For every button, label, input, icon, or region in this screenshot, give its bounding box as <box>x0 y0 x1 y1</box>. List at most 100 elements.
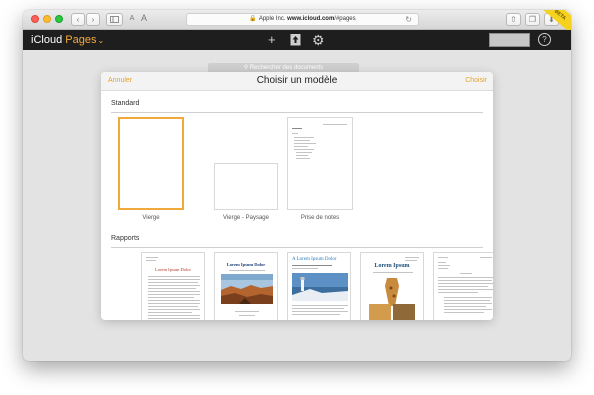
chevron-left-icon: ‹ <box>76 15 80 24</box>
text-line <box>294 143 316 144</box>
text-line <box>438 283 493 284</box>
text-line <box>438 286 488 287</box>
text-line <box>294 149 314 150</box>
zoom-window-button[interactable] <box>55 15 63 23</box>
text-line <box>460 273 472 274</box>
text-line <box>148 279 200 280</box>
text-line <box>444 300 490 301</box>
giraffe-photo <box>367 276 419 320</box>
template-heading: Lorem Ipsum Dolor <box>226 262 266 267</box>
chevron-down-icon: ⌄ <box>97 36 105 45</box>
text-line <box>438 289 493 290</box>
template-heading: A Lorem Ipsum Dolor <box>292 257 337 262</box>
text-line <box>323 124 347 125</box>
text-line <box>438 268 448 269</box>
text-line <box>292 268 318 269</box>
forward-button[interactable]: › <box>86 13 100 26</box>
plus-icon: + <box>268 32 276 47</box>
reload-icon[interactable]: ↻ <box>405 14 412 25</box>
choose-button[interactable]: Choisir <box>465 77 487 84</box>
tabs-icon: ❐ <box>528 15 537 24</box>
text-line <box>292 305 348 306</box>
template-label: Vierge - Paysage <box>223 215 269 221</box>
sidebar-button[interactable] <box>106 13 123 26</box>
text-line <box>235 311 259 312</box>
text-line <box>146 260 156 261</box>
upload-document-button[interactable] <box>290 33 301 50</box>
template-report-lighthouse[interactable]: A Lorem Ipsum Dolor <box>287 252 351 320</box>
dialog-header: Annuler Choisir un modèle Choisir <box>101 72 493 91</box>
section-title-reports: Rapports <box>111 235 140 242</box>
minimize-window-button[interactable] <box>43 15 51 23</box>
template-report-essay[interactable]: Lorem Ipsum Dolor <box>141 252 205 320</box>
section-divider <box>111 247 483 248</box>
close-window-button[interactable] <box>31 15 39 23</box>
text-smaller-button[interactable]: A <box>126 13 138 26</box>
section-divider <box>111 112 483 113</box>
url-path: /#pages <box>334 16 356 22</box>
certificate-owner: Apple Inc. <box>258 16 286 22</box>
text-line <box>444 312 484 313</box>
lock-icon: 🔒 <box>249 16 257 22</box>
url-domain: www.icloud.com <box>287 16 335 22</box>
app-toolbar: iCloud Pages⌄ + ⚙ ? <box>23 30 571 50</box>
search-icon: ⚲ <box>243 65 249 71</box>
text-line <box>438 292 478 293</box>
share-button[interactable]: ⇧ <box>506 13 521 26</box>
back-button[interactable]: ‹ <box>71 13 85 26</box>
text-line <box>438 277 493 278</box>
chevron-right-icon: › <box>91 15 95 24</box>
app-name: Pages <box>65 34 97 46</box>
text-line <box>444 303 492 304</box>
browser-toolbar: ‹ › A A 🔒 Apple Inc. www.icloud.com/#page… <box>23 10 571 36</box>
template-heading: Lorem Ipsum <box>374 263 410 269</box>
text-line <box>292 314 340 315</box>
address-bar[interactable]: 🔒 Apple Inc. www.icloud.com/#pages ↻ <box>186 13 419 26</box>
gear-icon: ⚙ <box>312 32 325 48</box>
text-line <box>148 291 200 292</box>
text-line <box>146 257 158 258</box>
text-line <box>148 300 200 301</box>
text-line <box>292 311 348 312</box>
text-line <box>294 140 310 141</box>
text-line <box>292 133 298 134</box>
new-document-button[interactable]: + <box>268 32 276 48</box>
text-line <box>292 308 344 309</box>
canyon-photo <box>221 274 273 304</box>
template-blank-landscape[interactable] <box>214 163 278 210</box>
text-line <box>148 282 198 283</box>
text-line <box>296 158 310 159</box>
template-report-letter[interactable] <box>433 252 493 320</box>
text-line <box>444 306 486 307</box>
text-line <box>148 312 192 313</box>
text-line <box>373 272 413 273</box>
template-blank[interactable] <box>118 117 184 210</box>
share-icon: ⇧ <box>510 15 517 24</box>
text-line <box>438 265 450 266</box>
help-button[interactable]: ? <box>538 33 551 46</box>
text-line <box>148 318 200 319</box>
template-report-giraffe[interactable]: Lorem Ipsum <box>360 252 424 320</box>
text-line <box>405 260 417 261</box>
lighthouse-photo <box>292 273 348 301</box>
text-line <box>294 146 308 147</box>
template-label: Vierge <box>142 215 160 221</box>
question-icon: ? <box>542 35 547 44</box>
settings-button[interactable]: ⚙ <box>312 32 325 48</box>
tabs-overview-button[interactable]: ❐ <box>525 13 540 26</box>
account-menu[interactable] <box>489 33 530 47</box>
app-switcher[interactable]: iCloud Pages⌄ <box>31 33 104 48</box>
text-line <box>239 315 255 316</box>
brand-name: iCloud <box>31 34 63 46</box>
text-larger-button[interactable]: A <box>138 13 150 26</box>
text-line <box>296 155 308 156</box>
text-line <box>480 257 492 258</box>
section-title-standard: Standard <box>111 100 140 107</box>
text-line <box>229 270 265 271</box>
template-report-canyon[interactable]: Lorem Ipsum Dolor <box>214 252 278 320</box>
sidebar-icon <box>110 16 119 23</box>
text-line <box>148 315 200 316</box>
text-line <box>294 137 314 138</box>
template-note-taking[interactable] <box>287 117 353 210</box>
browser-window: ‹ › A A 🔒 Apple Inc. www.icloud.com/#page… <box>23 10 571 361</box>
